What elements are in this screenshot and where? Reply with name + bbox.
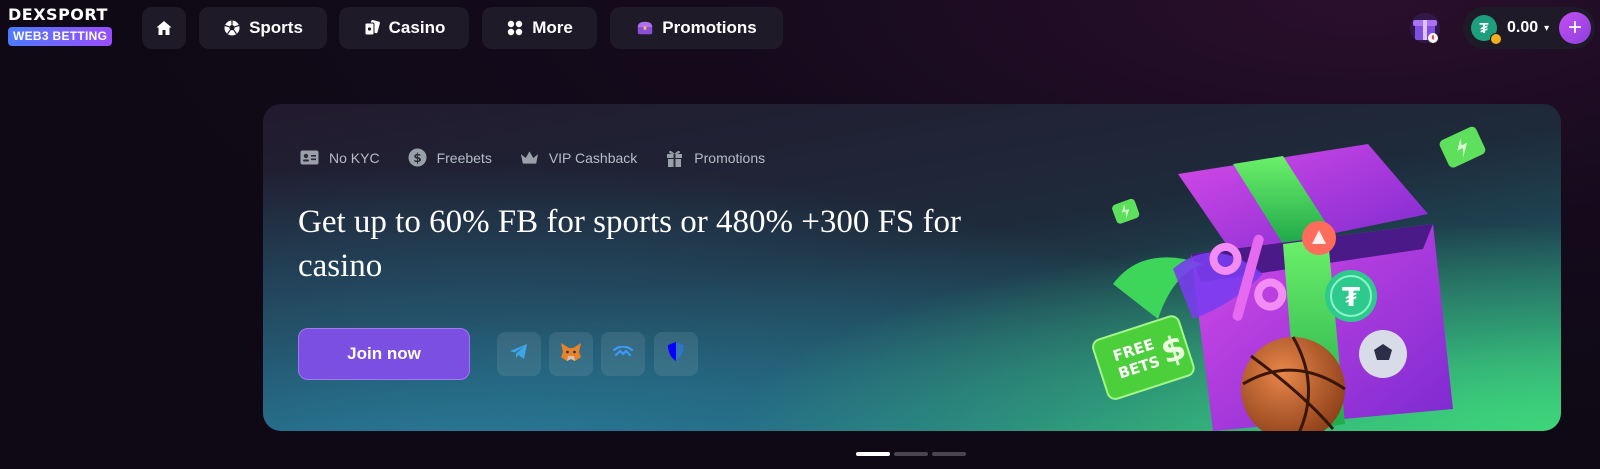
logo-title: DEXSPORT bbox=[8, 5, 108, 24]
tether-icon: ₮ bbox=[1471, 15, 1502, 45]
tag-label: VIP Cashback bbox=[548, 149, 638, 166]
tag-promotions: Promotions bbox=[665, 148, 765, 167]
crown-icon bbox=[520, 148, 539, 167]
nav-promotions-label: Promotions bbox=[662, 18, 757, 37]
svg-text:₮: ₮ bbox=[1342, 283, 1360, 313]
nav-more[interactable]: More bbox=[482, 7, 597, 49]
banner-headline: Get up to 60% FB for sports or 480% +300… bbox=[298, 204, 962, 284]
feature-tags: No KYC $ Freebets VIP Cashback Promotion… bbox=[300, 148, 765, 167]
top-header: DEXSPORT WEB3 BETTING Sports Casino More… bbox=[0, 0, 1600, 56]
rewards-gift-icon[interactable] bbox=[1407, 10, 1443, 46]
metamask-login-button[interactable] bbox=[549, 332, 593, 376]
tag-freebets: $ Freebets bbox=[408, 148, 492, 167]
tag-no-kyc: No KYC bbox=[300, 148, 380, 167]
promo-banner: No KYC $ Freebets VIP Cashback Promotion… bbox=[263, 104, 1561, 431]
svg-text:$: $ bbox=[413, 151, 421, 165]
logo-badge: WEB3 BETTING bbox=[8, 27, 113, 46]
tag-vip-cashback: VIP Cashback bbox=[520, 148, 637, 167]
trustwallet-icon bbox=[667, 341, 685, 367]
grid-dots-icon bbox=[506, 19, 524, 37]
nav-promotions[interactable]: Promotions bbox=[610, 7, 783, 49]
nav-casino[interactable]: Casino bbox=[339, 7, 469, 49]
balance-value: 0.00 bbox=[1507, 19, 1539, 36]
tag-label: Promotions bbox=[694, 149, 766, 166]
carousel-dot[interactable] bbox=[856, 452, 890, 456]
home-icon bbox=[155, 19, 173, 37]
wallet-balance[interactable]: ₮ 0.00 ▾ + bbox=[1463, 7, 1595, 49]
nav-sports-label: Sports bbox=[249, 18, 303, 37]
chevron-down-icon: ▾ bbox=[1544, 22, 1550, 34]
trustwallet-login-button[interactable] bbox=[654, 332, 698, 376]
telegram-icon bbox=[509, 343, 529, 366]
nav-sports[interactable]: Sports bbox=[199, 7, 327, 49]
deposit-button[interactable]: + bbox=[1559, 12, 1591, 44]
treasure-chest-icon bbox=[636, 19, 654, 37]
soccer-ball-icon bbox=[223, 19, 241, 37]
carousel-pager bbox=[856, 452, 966, 456]
home-button[interactable] bbox=[142, 7, 186, 49]
dollar-coin-icon: $ bbox=[408, 148, 427, 167]
id-card-icon bbox=[300, 148, 319, 167]
walletconnect-login-button[interactable] bbox=[601, 332, 645, 376]
nav-more-label: More bbox=[532, 18, 573, 37]
dexsport-logo[interactable]: DEXSPORT WEB3 BETTING bbox=[8, 6, 126, 50]
walletconnect-icon bbox=[612, 345, 634, 363]
telegram-login-button[interactable] bbox=[497, 332, 541, 376]
cards-icon bbox=[363, 19, 381, 37]
carousel-dot[interactable] bbox=[932, 452, 966, 456]
metamask-icon bbox=[560, 342, 582, 367]
carousel-dot[interactable] bbox=[894, 452, 928, 456]
gift-box-illustration: ₮ FREE BETS $ bbox=[1083, 104, 1561, 431]
nav-casino-label: Casino bbox=[388, 18, 446, 37]
join-now-button[interactable]: Join now bbox=[298, 328, 470, 380]
tag-label: Freebets bbox=[436, 149, 492, 166]
gift-icon bbox=[665, 148, 684, 167]
tag-label: No KYC bbox=[329, 149, 380, 166]
